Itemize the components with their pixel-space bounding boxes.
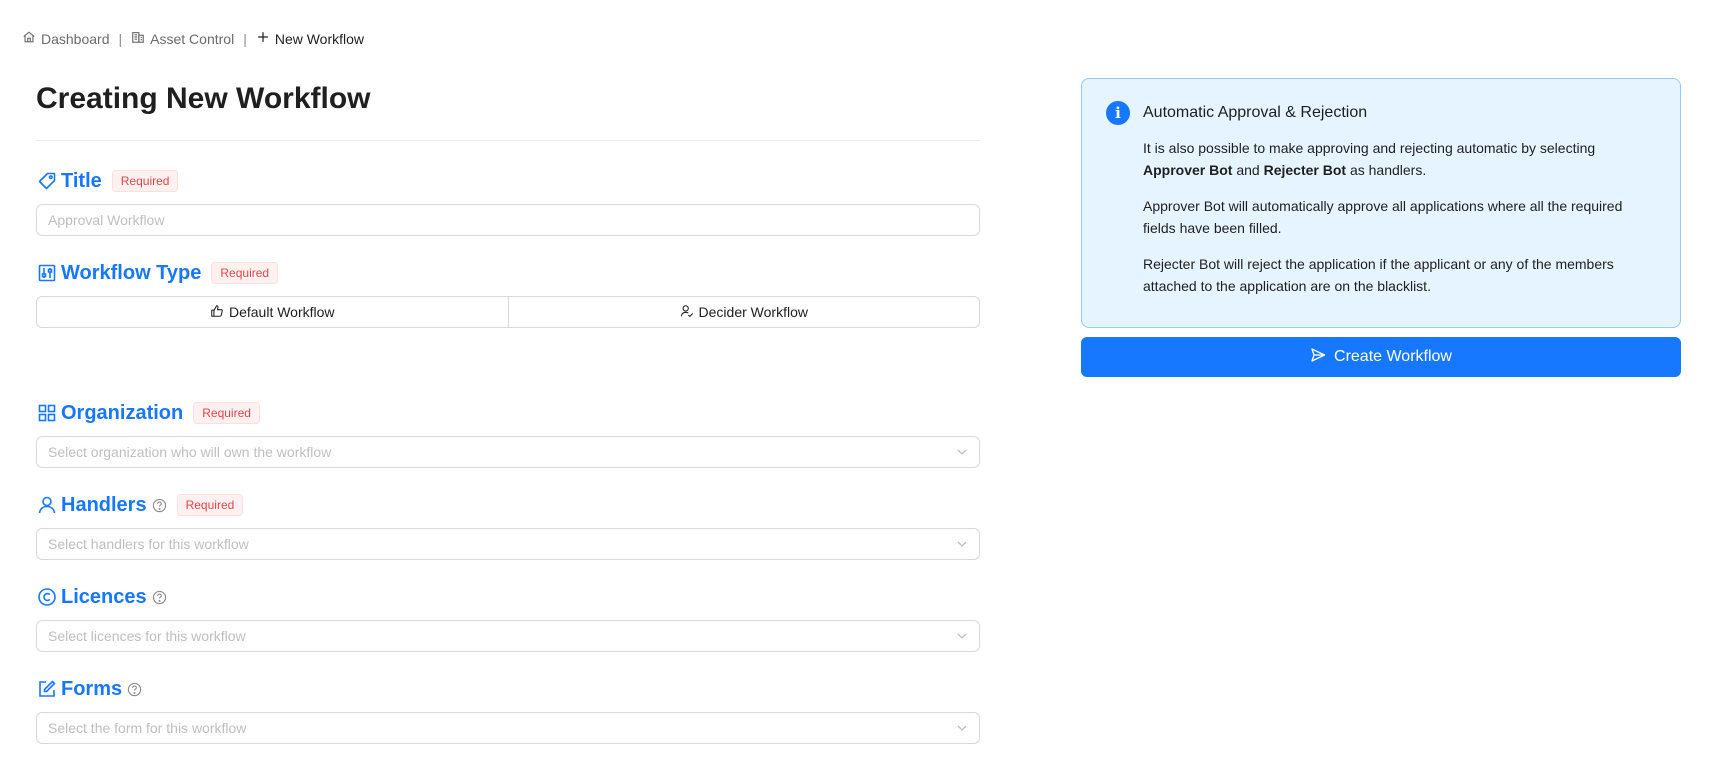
organization-section: Organization Required Select organizatio…: [36, 400, 980, 468]
breadcrumb-label: Dashboard: [41, 30, 110, 47]
default-workflow-option[interactable]: Default Workflow: [37, 297, 508, 327]
user-check-icon: [680, 304, 694, 321]
info-body: It is also possible to make approving an…: [1143, 137, 1656, 297]
info-text: as handlers.: [1346, 162, 1427, 178]
home-icon: [22, 30, 36, 47]
option-label: Default Workflow: [228, 304, 335, 320]
sliders-icon: [36, 262, 58, 284]
select-placeholder: Select the form for this workflow: [48, 720, 247, 736]
tag-icon: [36, 170, 58, 192]
info-paragraph: Rejecter Bot will reject the application…: [1143, 256, 1614, 294]
edit-icon: [36, 678, 58, 700]
forms-label: Forms: [61, 677, 123, 700]
required-badge: Required: [176, 494, 244, 516]
create-workflow-label: Create Workflow: [1334, 348, 1452, 365]
licences-label: Licences: [61, 585, 147, 608]
handlers-select[interactable]: Select handlers for this workflow: [36, 528, 980, 560]
required-badge: Required: [193, 402, 260, 424]
user-icon: [36, 494, 58, 516]
workflow-form: Creating New Workflow Title Required App…: [36, 78, 980, 744]
licences-section: Licences Select licences for this workfl…: [36, 584, 980, 652]
decider-workflow-option[interactable]: Decider Workflow: [507, 297, 979, 327]
licences-select[interactable]: Select licences for this workflow: [36, 620, 980, 652]
breadcrumb-asset-control[interactable]: Asset Control: [131, 30, 234, 47]
chevron-down-icon: [956, 722, 968, 734]
info-text: It is also possible to make approving an…: [1143, 140, 1596, 156]
breadcrumb-dashboard[interactable]: Dashboard: [22, 30, 110, 47]
divider: [36, 140, 980, 141]
organization-select[interactable]: Select organization who will own the wor…: [36, 436, 980, 468]
breadcrumb-label: Asset Control: [150, 30, 235, 47]
breadcrumb-separator: |: [243, 30, 247, 47]
required-badge: Required: [111, 170, 179, 192]
workflow-type-section: Workflow Type Required Default Workflow …: [36, 260, 980, 328]
page-title: Creating New Workflow: [36, 82, 371, 115]
breadcrumb-separator: |: [118, 30, 123, 47]
chevron-down-icon: [956, 630, 968, 642]
send-icon: [1310, 347, 1326, 368]
breadcrumb-label: New Workflow: [274, 30, 365, 47]
building-icon: [131, 30, 145, 47]
info-text: and: [1232, 162, 1264, 178]
rejecter-bot-text: Rejecter Bot: [1263, 162, 1347, 178]
question-circle-icon[interactable]: [152, 498, 167, 513]
breadcrumb: Dashboard | Asset Control | New Workflow: [22, 30, 364, 47]
create-workflow-button[interactable]: Create Workflow: [1081, 337, 1681, 377]
approver-bot-text: Approver Bot: [1143, 162, 1233, 178]
breadcrumb-new-workflow: New Workflow: [256, 30, 364, 47]
workflow-type-segmented: Default Workflow Decider Workflow: [36, 296, 980, 328]
info-title: Automatic Approval & Rejection: [1143, 104, 1368, 121]
grid-icon: [36, 402, 58, 424]
thumbs-up-icon: [210, 304, 224, 321]
question-circle-icon[interactable]: [152, 590, 167, 605]
title-section: Title Required Approval Workflow: [36, 168, 980, 236]
chevron-down-icon: [956, 538, 968, 550]
plus-icon: [256, 30, 270, 47]
select-placeholder: Select licences for this workflow: [48, 628, 246, 644]
handlers-section: Handlers Required Select handlers for th…: [36, 492, 980, 560]
title-input[interactable]: Approval Workflow: [36, 204, 980, 236]
info-circle-icon: i: [1106, 101, 1130, 125]
question-circle-icon[interactable]: [127, 682, 142, 697]
copyright-icon: [36, 586, 58, 608]
option-label: Decider Workflow: [698, 304, 808, 320]
forms-section: Forms Select the form for this workflow: [36, 676, 980, 744]
handlers-label: Handlers: [61, 493, 147, 516]
select-placeholder: Select organization who will own the wor…: [48, 444, 332, 460]
info-alert: i Automatic Approval & Rejection It is a…: [1081, 78, 1681, 328]
title-label: Title: [61, 169, 102, 192]
forms-select[interactable]: Select the form for this workflow: [36, 712, 980, 744]
required-badge: Required: [211, 262, 279, 284]
info-paragraph: Approver Bot will automatically approve …: [1143, 198, 1623, 236]
workflow-type-label: Workflow Type: [61, 261, 202, 284]
chevron-down-icon: [956, 446, 968, 458]
organization-label: Organization: [61, 401, 184, 424]
info-paragraph: It is also possible to make approving an…: [1143, 137, 1656, 181]
select-placeholder: Select handlers for this workflow: [48, 536, 249, 552]
